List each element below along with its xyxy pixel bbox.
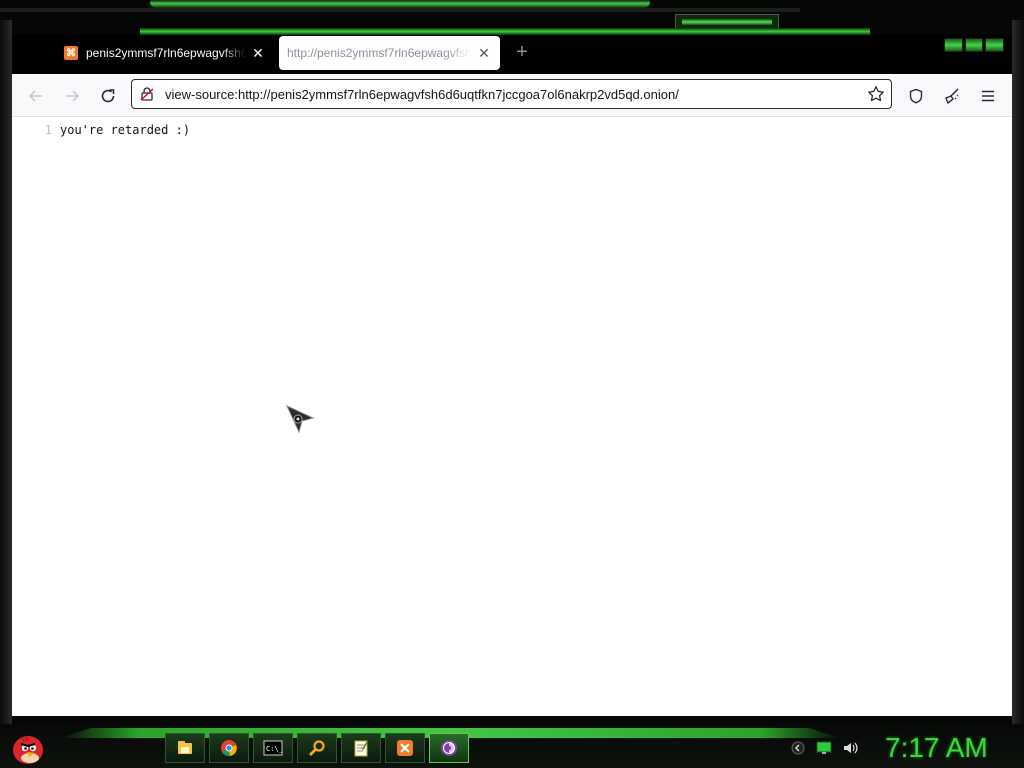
back-button[interactable] [24, 84, 48, 108]
xampp-icon: ⌘ [64, 46, 78, 60]
maximize-button[interactable] [964, 38, 984, 52]
tray-expand-button[interactable] [790, 740, 806, 756]
tray-network-button[interactable] [816, 740, 832, 756]
tab-strip: ⌘ penis2ymmsf7rln6epwagvfsh6d6uqtfkn7jcc… [12, 34, 1012, 74]
new-tab-button[interactable]: + [512, 42, 532, 62]
close-icon[interactable]: ✕ [250, 45, 266, 62]
tray-volume-button[interactable] [842, 740, 858, 756]
shield-button[interactable] [904, 84, 928, 108]
theme-top-strip [0, 8, 800, 12]
tab-title: penis2ymmsf7rln6epwagvfsh6d6uqtfkn7jccgo… [86, 46, 246, 60]
source-line: 1 you're retarded :) [12, 123, 190, 137]
window-frame-left [0, 20, 12, 725]
shield-icon [909, 88, 923, 104]
tab-view-source[interactable]: http://penis2ymmsf7rln6epwagvfsh6d6uqtfk… [279, 36, 500, 70]
page-info-icon[interactable] [139, 86, 155, 102]
taskbar-search[interactable] [297, 733, 337, 763]
line-text: you're retarded :) [60, 123, 191, 137]
taskbar-chrome[interactable] [209, 733, 249, 763]
url-text: view-source:http://penis2ymmsf7rln6epwag… [165, 87, 679, 102]
back-arrow-icon [28, 90, 42, 102]
network-icon [816, 741, 832, 754]
cmd-icon: C:\_ [263, 740, 283, 756]
tor-browser-icon [441, 740, 457, 756]
taskbar-tor-browser[interactable] [429, 733, 469, 763]
taskbar-explorer[interactable] [165, 733, 205, 763]
taskbar-apps: C:\_ [165, 733, 469, 763]
xampp-icon [397, 740, 413, 756]
menu-button[interactable] [976, 84, 1000, 108]
close-icon[interactable]: ✕ [476, 45, 492, 62]
navigation-toolbar: view-source:http://penis2ymmsf7rln6epwag… [12, 74, 1012, 117]
theme-tabstrip-ornament [140, 28, 870, 35]
taskbar-clock[interactable]: 7:17 AM [885, 732, 1015, 766]
volume-icon [844, 742, 858, 754]
svg-text:C:\_: C:\_ [266, 745, 283, 753]
mouse-cursor-icon [285, 404, 315, 434]
tab-onion-site[interactable]: ⌘ penis2ymmsf7rln6epwagvfsh6d6uqtfkn7jcc… [56, 36, 274, 70]
minimize-button[interactable] [944, 38, 963, 52]
theme-top-ornament [150, 0, 650, 8]
broom-icon [945, 88, 959, 105]
notepad-icon [354, 740, 368, 757]
window-frame-right [1012, 20, 1024, 725]
hamburger-menu-icon [982, 90, 994, 102]
reload-button[interactable] [96, 84, 120, 108]
taskbar-cmd[interactable]: C:\_ [253, 733, 293, 763]
explorer-icon [178, 741, 192, 754]
taskbar-notepad[interactable] [341, 733, 381, 763]
line-number: 1 [44, 123, 52, 137]
new-identity-button[interactable] [940, 84, 964, 108]
chevron-icon [791, 741, 805, 755]
bookmark-star-icon[interactable] [867, 85, 885, 103]
start-button-angry-bird-icon[interactable] [8, 728, 46, 766]
reload-icon [101, 89, 115, 103]
forward-button[interactable] [60, 84, 84, 108]
close-window-button[interactable] [985, 38, 1005, 52]
chrome-icon [221, 740, 237, 757]
tab-title: http://penis2ymmsf7rln6epwagvfsh6d6uqtfk… [287, 46, 472, 60]
view-source-content: 1 you're retarded :) [12, 117, 1012, 716]
taskbar-xampp[interactable] [385, 733, 425, 763]
system-tray [790, 740, 858, 756]
forward-arrow-icon [66, 90, 80, 102]
url-bar[interactable]: view-source:http://penis2ymmsf7rln6epwag… [131, 79, 892, 109]
search-icon [309, 740, 325, 756]
window-caption-buttons [944, 38, 1005, 52]
